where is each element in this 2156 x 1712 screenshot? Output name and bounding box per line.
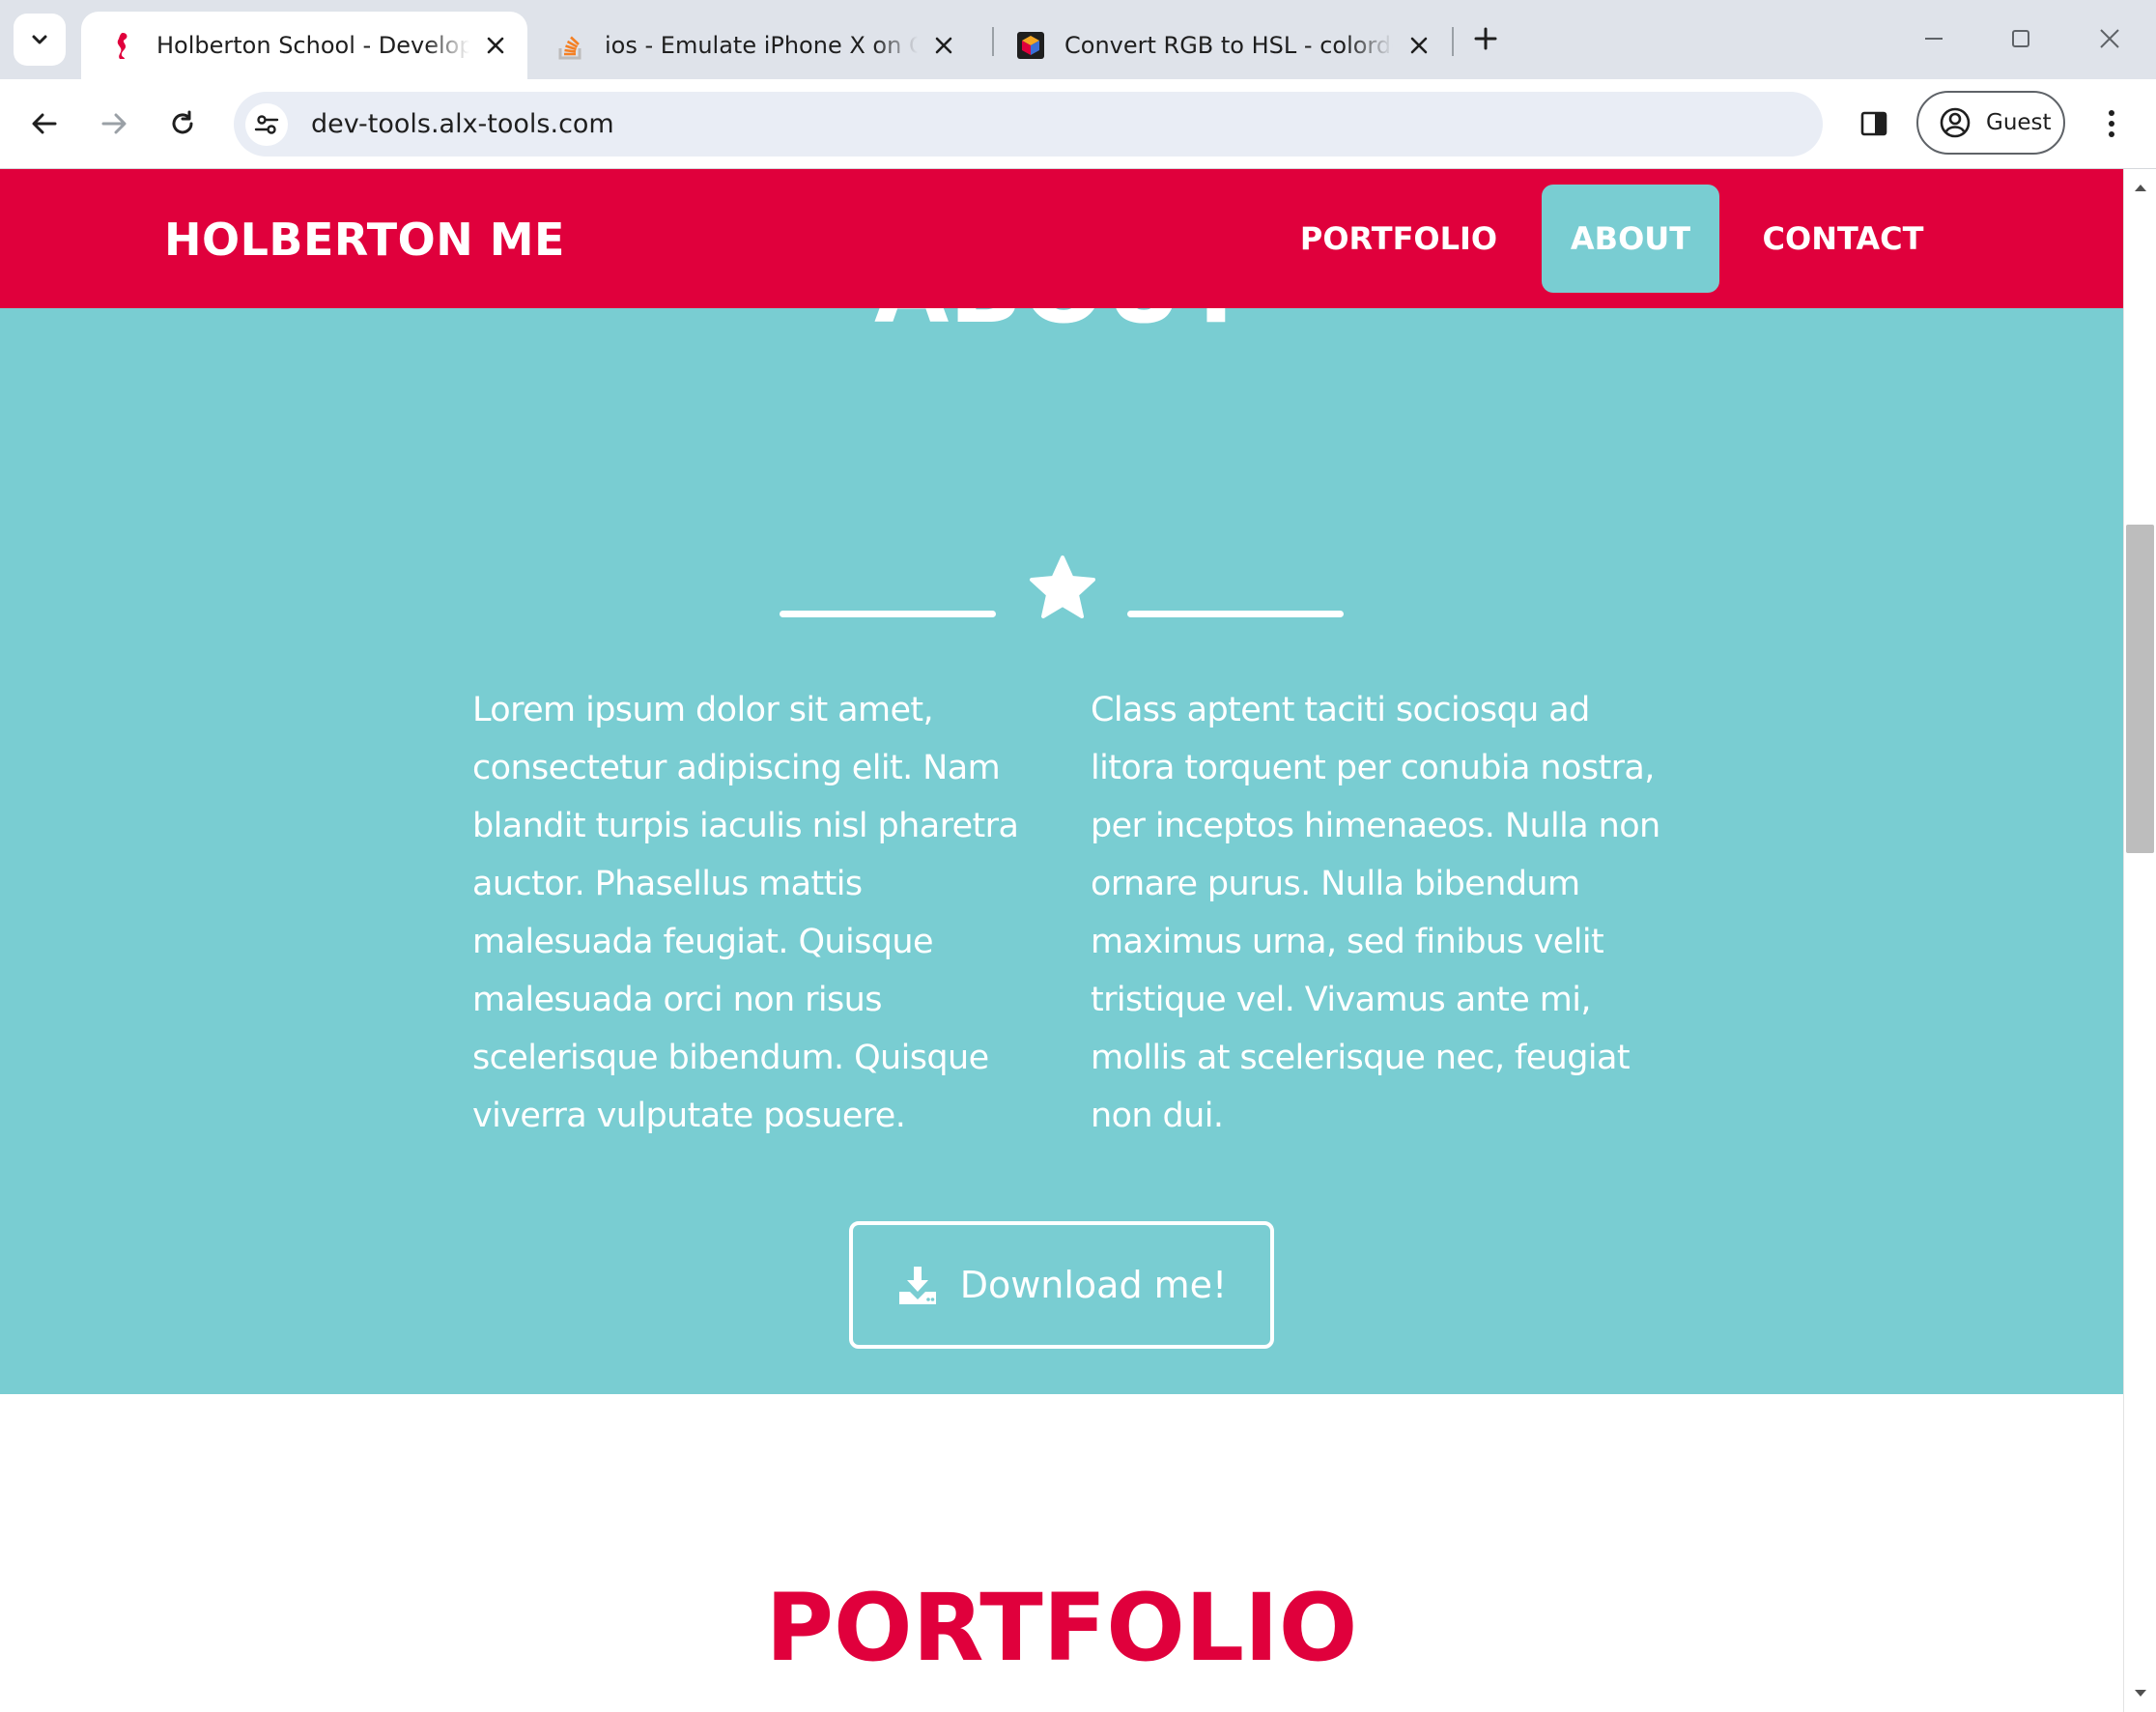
window-close-button[interactable]: [2081, 12, 2139, 66]
colordesigner-icon: [1016, 31, 1045, 60]
address-bar[interactable]: dev-tools.alx-tools.com: [234, 92, 1823, 157]
reload-icon: [172, 110, 193, 134]
arrow-right-icon: [101, 113, 127, 134]
nav-link-portfolio[interactable]: PORTFOLIO: [1284, 185, 1514, 293]
scroll-down-arrow-icon[interactable]: [2124, 1679, 2156, 1708]
divider-line-left: [780, 611, 996, 617]
scrollbar-thumb[interactable]: [2126, 525, 2154, 853]
maximize-icon: [2012, 30, 2029, 47]
browser-toolbar: dev-tools.alx-tools.com Guest: [0, 79, 2156, 169]
minimize-icon: [1925, 38, 1943, 40]
browser-menu-button[interactable]: [2088, 100, 2135, 147]
scroll-up-arrow-icon[interactable]: [2124, 173, 2156, 202]
arrow-left-icon: [32, 113, 57, 134]
page-scrollbar[interactable]: [2123, 169, 2156, 1712]
tab-title: ios - Emulate iPhone X on Chrome: [605, 32, 918, 59]
about-text-left: Lorem ipsum dolor sit amet, consectetur …: [472, 691, 1019, 1135]
side-panel-button[interactable]: [1851, 100, 1897, 147]
tab-title: Convert RGB to HSL - colordesigner: [1064, 32, 1393, 59]
side-panel-icon: [1860, 111, 1887, 136]
download-button-label: Download me!: [959, 1264, 1228, 1306]
divider-line-right: [1127, 611, 1344, 617]
reload-button[interactable]: [159, 100, 206, 147]
url-text[interactable]: dev-tools.alx-tools.com: [311, 109, 614, 139]
about-section: ABOUT Lorem ipsum dolor sit amet, consec…: [0, 232, 2123, 1394]
close-icon: [2100, 29, 2119, 48]
download-icon: [896, 1264, 939, 1306]
profile-label: Guest: [1986, 110, 2052, 135]
holberton-seahorse-icon: [108, 31, 137, 60]
site-info-button[interactable]: [245, 102, 288, 146]
site-navbar: HOLBERTON ME PORTFOLIO ABOUT CONTACT: [0, 169, 2123, 308]
tune-icon: [254, 114, 279, 134]
chevron-down-icon: [32, 35, 47, 44]
minimize-button[interactable]: [1905, 12, 1963, 66]
stackoverflow-icon: [556, 31, 585, 60]
tab-strip: Holberton School - Developer tools ios -…: [0, 0, 2156, 79]
maximize-button[interactable]: [1992, 12, 2050, 66]
portfolio-heading: PORTFOLIO: [765, 1574, 1358, 1682]
forward-button[interactable]: [91, 100, 137, 147]
tab-stackoverflow[interactable]: ios - Emulate iPhone X on Chrome: [529, 12, 976, 79]
site-brand[interactable]: HOLBERTON ME: [164, 214, 565, 266]
new-tab-button[interactable]: [1466, 19, 1505, 58]
close-tab-icon[interactable]: [927, 29, 960, 62]
tab-separator: [1452, 27, 1454, 56]
tab-title: Holberton School - Developer tools: [156, 32, 469, 59]
close-tab-icon[interactable]: [479, 29, 512, 62]
profile-button[interactable]: Guest: [1916, 91, 2065, 155]
star-icon: [1030, 556, 1095, 618]
page-viewport: HOLBERTON ME PORTFOLIO ABOUT CONTACT ABO…: [0, 169, 2123, 1712]
tab-holberton[interactable]: Holberton School - Developer tools: [81, 12, 527, 79]
nav-link-contact[interactable]: CONTACT: [1744, 185, 1943, 293]
plus-icon: [1474, 27, 1497, 50]
back-button[interactable]: [21, 100, 68, 147]
tab-search-button[interactable]: [14, 14, 66, 66]
about-text-right: Class aptent taciti sociosqu ad litora t…: [1091, 691, 1660, 1135]
tab-colordesigner[interactable]: Convert RGB to HSL - colordesigner: [989, 12, 1451, 79]
download-button[interactable]: Download me!: [849, 1221, 1274, 1349]
close-tab-icon[interactable]: [1403, 29, 1435, 62]
more-vert-icon: [2109, 110, 2114, 137]
nav-link-about[interactable]: ABOUT: [1542, 185, 1719, 293]
account-circle-icon: [1938, 105, 1972, 140]
